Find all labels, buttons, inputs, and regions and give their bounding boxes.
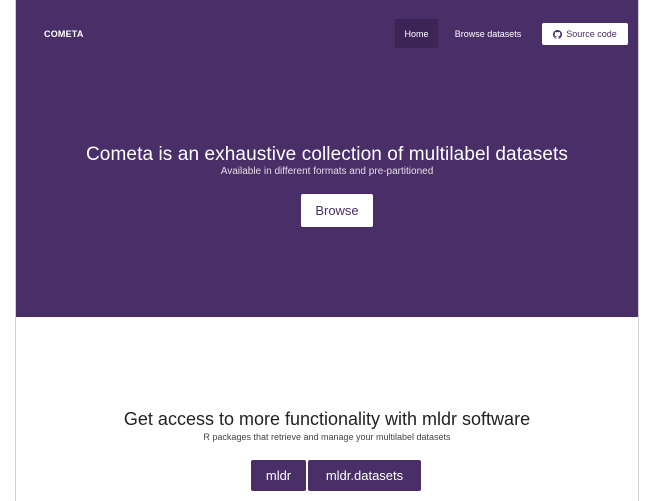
brand-logo[interactable]: COMETA bbox=[44, 29, 84, 39]
navbar: COMETA Home Browse datasets Source code bbox=[16, 0, 638, 48]
nav-link-home[interactable]: Home bbox=[395, 19, 438, 48]
hero-section: COMETA Home Browse datasets Source code … bbox=[16, 0, 638, 317]
source-code-button[interactable]: Source code bbox=[542, 23, 628, 45]
software-section-title: Get access to more functionality with ml… bbox=[123, 409, 531, 429]
browse-button[interactable]: Browse bbox=[301, 194, 373, 227]
mldr-datasets-button[interactable]: mldr.datasets bbox=[308, 460, 421, 491]
page-frame: COMETA Home Browse datasets Source code … bbox=[15, 0, 639, 501]
github-icon bbox=[553, 29, 563, 39]
software-section-subtitle: R packages that retrieve and manage your… bbox=[203, 432, 451, 442]
hero-subtitle: Available in different formats and pre-p… bbox=[220, 166, 434, 177]
nav-link-browse-datasets[interactable]: Browse datasets bbox=[446, 19, 530, 48]
source-code-label: Source code bbox=[566, 29, 617, 39]
mldr-button[interactable]: mldr bbox=[251, 460, 306, 491]
hero-title: Cometa is an exhaustive collection of mu… bbox=[85, 144, 568, 165]
